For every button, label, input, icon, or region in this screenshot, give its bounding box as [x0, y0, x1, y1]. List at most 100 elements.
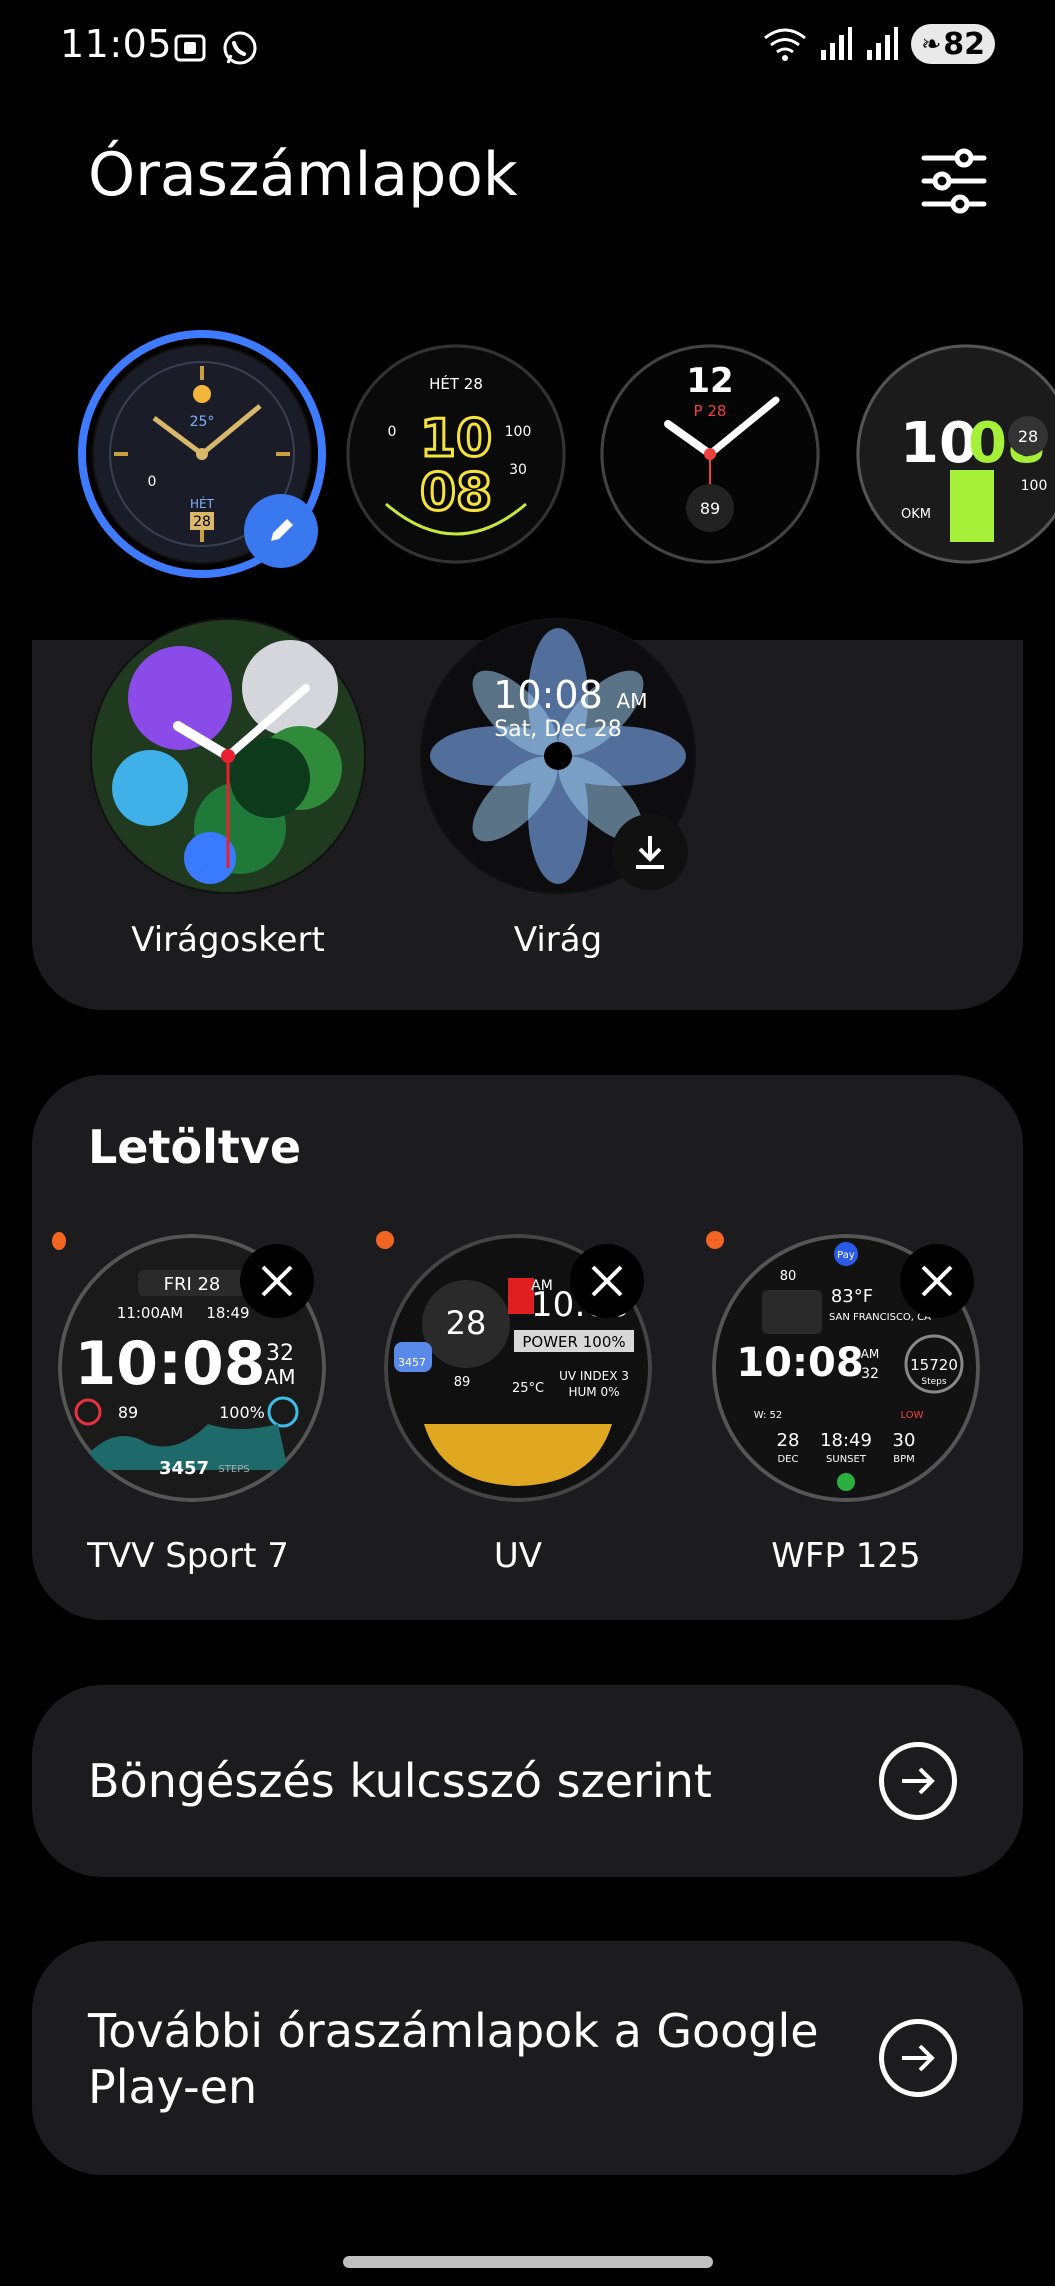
svg-text:POWER 100%: POWER 100% — [522, 1333, 625, 1351]
remove-face-button[interactable] — [240, 1244, 314, 1318]
svg-text:32: 32 — [861, 1366, 879, 1382]
svg-text:28: 28 — [193, 514, 211, 530]
screenshot-icon — [174, 34, 206, 62]
svg-text:28: 28 — [1018, 427, 1038, 446]
signal-icon — [821, 27, 853, 60]
svg-text:100: 100 — [505, 424, 532, 440]
svg-text:STEPS: STEPS — [218, 1464, 249, 1475]
face-label-uv: UV — [493, 1536, 543, 1576]
close-icon — [591, 1265, 623, 1297]
svg-text:HUM 0%: HUM 0% — [568, 1385, 619, 1399]
svg-text:HÉT: HÉT — [190, 496, 215, 511]
svg-text:32: 32 — [266, 1341, 294, 1366]
wifi-icon — [764, 28, 807, 61]
more-label-line2: Play-en — [88, 2060, 258, 2114]
svg-text:Sat, Dec 28: Sat, Dec 28 — [494, 717, 622, 742]
whatsapp-icon — [223, 31, 257, 65]
svg-text:30: 30 — [893, 1430, 916, 1451]
leaf-icon: ❧ — [921, 30, 942, 58]
svg-text:10:08: 10:08 — [75, 1329, 266, 1399]
svg-text:BPM: BPM — [893, 1454, 915, 1465]
svg-text:28: 28 — [446, 1304, 487, 1342]
svg-text:W: 52: W: 52 — [754, 1410, 783, 1421]
svg-text:LOW: LOW — [901, 1410, 924, 1421]
svg-text:P 28: P 28 — [694, 402, 727, 420]
svg-text:0: 0 — [388, 424, 397, 440]
notification-icons — [170, 28, 260, 68]
svg-text:08: 08 — [420, 463, 492, 523]
svg-text:AM: AM — [531, 1278, 553, 1294]
svg-text:AM: AM — [617, 689, 648, 713]
svg-text:Pay: Pay — [837, 1250, 855, 1261]
svg-text:12: 12 — [686, 361, 733, 401]
svg-text:10: 10 — [420, 409, 492, 469]
status-right: ❧ 82 — [763, 24, 995, 64]
remove-face-button[interactable] — [900, 1244, 974, 1318]
svg-text:Steps: Steps — [921, 1377, 946, 1387]
svg-text:18:49: 18:49 — [820, 1430, 872, 1451]
status-time: 11:05 — [60, 22, 173, 66]
status-bar: 11:05 ❧ 82 — [0, 0, 1055, 96]
downloaded-title: Letöltve — [88, 1120, 302, 1174]
face-label-viragoskert: Virágoskert — [131, 920, 325, 960]
svg-text:83°F: 83°F — [831, 1286, 873, 1307]
more-on-google-play-button[interactable]: További óraszámlapok a Google Play-en — [32, 1941, 1023, 2175]
face-label-tvv-sport-7: TVV Sport 7 — [87, 1536, 289, 1576]
sliders-icon — [921, 148, 987, 214]
face-label-wfp-125: WFP 125 — [771, 1536, 921, 1576]
svg-text:11:00AM: 11:00AM — [117, 1304, 183, 1322]
browse-label: Böngészés kulcsszó szerint — [88, 1754, 712, 1808]
svg-text:3457: 3457 — [159, 1458, 209, 1479]
watch-face-viragoskert[interactable] — [90, 618, 366, 894]
watch-face-3[interactable]: 12 P 28 89 — [600, 344, 820, 564]
signal-icon-2 — [867, 27, 899, 60]
svg-text:15720: 15720 — [910, 1356, 958, 1374]
browse-by-keyword-button[interactable]: Böngészés kulcsszó szerint — [32, 1685, 1023, 1877]
svg-text:SUNSET: SUNSET — [826, 1454, 867, 1465]
svg-text:89: 89 — [454, 1375, 471, 1390]
close-icon — [921, 1265, 953, 1297]
svg-text:25°C: 25°C — [512, 1381, 544, 1396]
svg-text:UV INDEX 3: UV INDEX 3 — [559, 1369, 629, 1383]
arrow-right-icon — [879, 1742, 957, 1820]
face-label-virag: Virág — [513, 920, 603, 960]
download-icon — [636, 836, 664, 869]
svg-text:100%: 100% — [219, 1403, 265, 1422]
filter-button[interactable] — [920, 146, 988, 216]
watch-face-4[interactable]: 10 08 28 OKM 100 — [856, 344, 1055, 564]
new-dot — [706, 1231, 724, 1249]
close-icon — [261, 1265, 293, 1297]
battery-indicator: ❧ 82 — [911, 24, 995, 64]
download-button[interactable] — [612, 814, 688, 890]
wf1-temp: 25° — [190, 414, 215, 430]
svg-text:28: 28 — [777, 1430, 800, 1451]
svg-text:0: 0 — [148, 474, 157, 490]
svg-text:18:49: 18:49 — [206, 1304, 249, 1322]
svg-text:SAN FRANCISCO, CA: SAN FRANCISCO, CA — [829, 1312, 931, 1323]
more-label: További óraszámlapok a Google Play-en — [88, 2003, 819, 2115]
home-indicator[interactable] — [343, 2256, 713, 2268]
svg-text:89: 89 — [118, 1403, 138, 1422]
battery-level: 82 — [943, 26, 985, 62]
svg-text:10: 10 — [900, 411, 978, 476]
svg-text:10:08: 10:08 — [736, 1340, 863, 1386]
svg-text:3457: 3457 — [398, 1356, 426, 1369]
svg-text:30: 30 — [509, 462, 527, 478]
svg-text:HÉT 28: HÉT 28 — [429, 374, 483, 393]
edit-face-button[interactable] — [244, 494, 318, 568]
svg-text:10:08: 10:08 — [493, 673, 603, 717]
new-dot — [376, 1231, 394, 1249]
svg-text:AM: AM — [861, 1347, 880, 1361]
svg-text:80: 80 — [780, 1269, 797, 1284]
svg-text:DEC: DEC — [777, 1454, 798, 1465]
svg-text:89: 89 — [700, 499, 720, 518]
more-label-line1: További óraszámlapok a Google — [88, 2004, 819, 2058]
arrow-right-icon — [879, 2019, 957, 2097]
new-dot — [52, 1232, 66, 1250]
pencil-icon — [271, 519, 293, 541]
svg-text:FRI 28: FRI 28 — [164, 1274, 221, 1295]
svg-text:100: 100 — [1021, 478, 1048, 494]
svg-text:OKM: OKM — [901, 507, 931, 522]
remove-face-button[interactable] — [570, 1244, 644, 1318]
watch-face-2[interactable]: HÉT 28 10 08 100 30 0 — [346, 344, 566, 564]
